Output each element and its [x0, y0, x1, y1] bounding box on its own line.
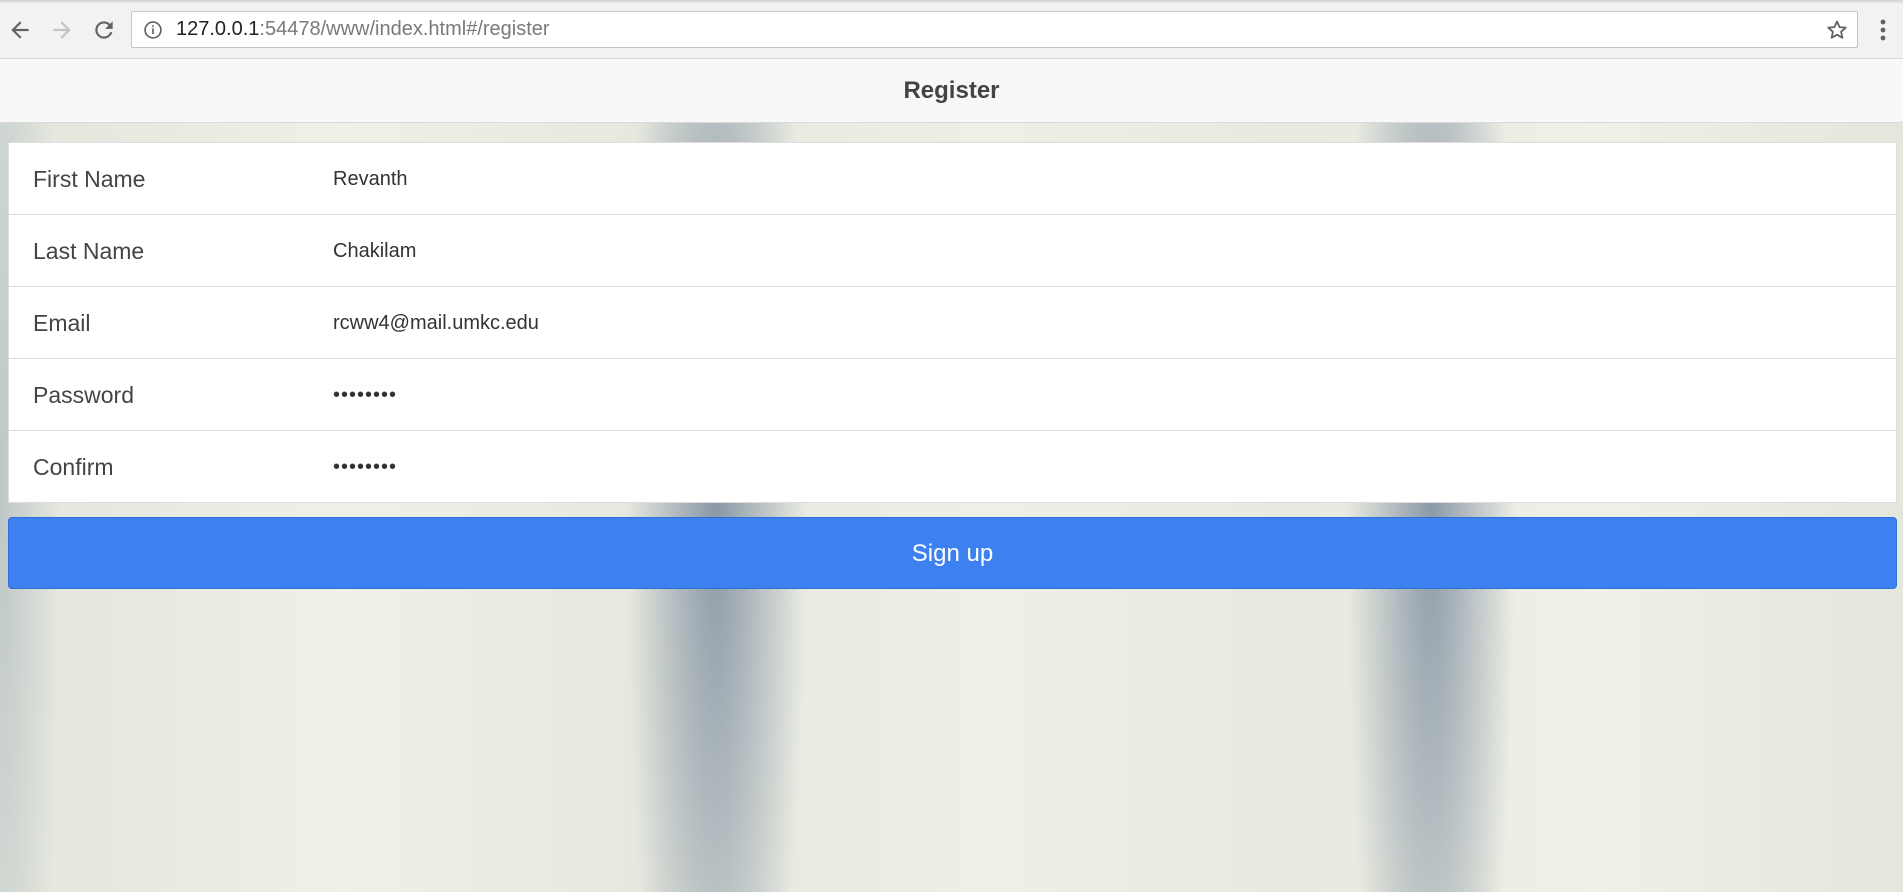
confirm-password-input[interactable]: [333, 449, 1873, 485]
email-input[interactable]: [333, 305, 1873, 341]
register-form: First Name Last Name Email Password Conf…: [8, 142, 1897, 503]
url-path: :54478/www/index.html#/register: [259, 18, 550, 40]
form-row-last-name[interactable]: Last Name: [9, 215, 1896, 287]
last-name-input[interactable]: [333, 233, 1873, 269]
forward-arrow-icon: [53, 21, 71, 39]
tab-strip: [0, 0, 1903, 3]
reload-button[interactable]: [84, 10, 124, 50]
kebab-menu-icon[interactable]: [1870, 14, 1896, 46]
confirm-label: Confirm: [33, 454, 114, 480]
form-row-first-name[interactable]: First Name: [9, 143, 1896, 215]
browser-toolbar: 127.0.0.1:54478/www/index.html#/register: [0, 0, 1903, 59]
password-input[interactable]: [333, 377, 1873, 413]
first-name-input[interactable]: [333, 161, 1873, 197]
back-arrow-icon: [11, 21, 29, 39]
form-row-password[interactable]: Password: [9, 359, 1896, 431]
password-label: Password: [33, 382, 134, 408]
form-row-email[interactable]: Email: [9, 287, 1896, 359]
address-bar[interactable]: 127.0.0.1:54478/www/index.html#/register: [131, 11, 1858, 48]
first-name-label: First Name: [33, 166, 146, 192]
last-name-label: Last Name: [33, 238, 145, 264]
url-host: 127.0.0.1: [176, 18, 260, 40]
sign-up-button[interactable]: Sign up: [8, 517, 1897, 589]
reload-icon: [95, 21, 113, 39]
nav-bar: Register: [0, 59, 1903, 123]
back-button[interactable]: [0, 10, 40, 50]
form-row-confirm[interactable]: Confirm: [9, 431, 1896, 502]
forward-button[interactable]: [42, 10, 82, 50]
star-icon[interactable]: [1825, 18, 1849, 42]
app-page: Register First Name Last Name Email Pass…: [0, 59, 1903, 892]
page-title: Register: [903, 77, 1000, 104]
email-label: Email: [33, 310, 91, 336]
url-text[interactable]: 127.0.0.1:54478/www/index.html#/register: [176, 12, 550, 47]
info-icon[interactable]: [143, 20, 163, 40]
